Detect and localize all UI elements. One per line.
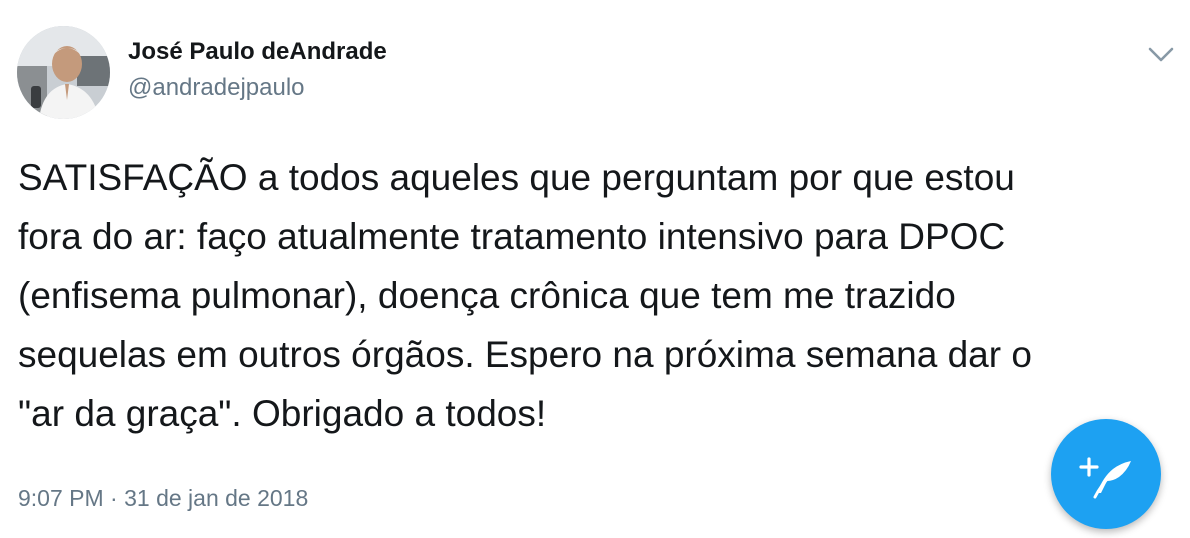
avatar[interactable] [17, 26, 110, 119]
compose-tweet-icon [1079, 457, 1131, 499]
chevron-down-icon[interactable] [1144, 40, 1178, 68]
compose-tweet-button[interactable] [1051, 419, 1161, 529]
tweet-text-line: (enfisema pulmonar), doença crônica que … [18, 275, 956, 316]
user-handle[interactable]: @andradejpaulo [128, 74, 305, 102]
tweet-text-line: "ar da graça". Obrigado a todos! [18, 393, 547, 434]
tweet-text: SATISFAÇÃO a todos aqueles que perguntam… [18, 148, 1178, 443]
tweet-text-line: fora do ar: faço atualmente tratamento i… [18, 216, 1006, 257]
tweet-timestamp[interactable]: 9:07 PM · 31 de jan de 2018 [18, 485, 308, 512]
avatar-photo [17, 26, 110, 119]
display-name[interactable]: José Paulo deAndrade [128, 38, 387, 66]
tweet: José Paulo deAndrade @andradejpaulo SATI… [0, 0, 1190, 538]
tweet-text-line: sequelas em outros órgãos. Espero na pró… [18, 334, 1032, 375]
tweet-text-line: SATISFAÇÃO a todos aqueles que perguntam… [18, 157, 1015, 198]
